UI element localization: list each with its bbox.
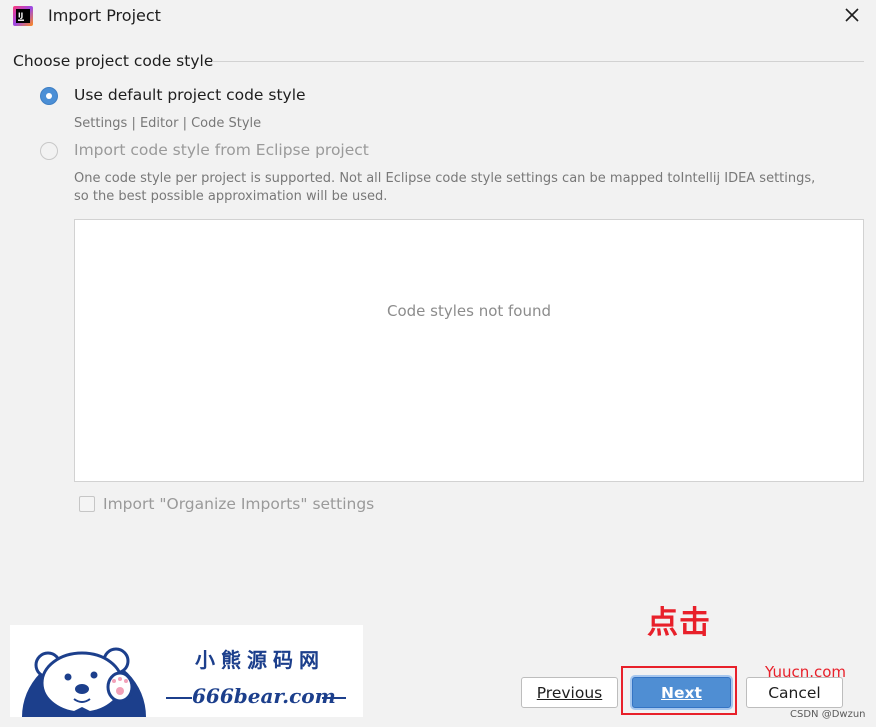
- banner-dash-left: [166, 697, 192, 699]
- intellij-idea-icon: IJ: [13, 6, 33, 26]
- next-button-label: Next: [661, 683, 702, 702]
- code-style-settings-path: Settings | Editor | Code Style: [74, 116, 262, 131]
- window-title: Import Project: [48, 6, 161, 25]
- close-icon[interactable]: [840, 3, 864, 27]
- banner-url: 666bear.com: [192, 684, 336, 708]
- banner-dash-right: [322, 697, 346, 699]
- empty-list-text: Code styles not found: [386, 302, 552, 320]
- svg-text:IJ: IJ: [18, 12, 23, 20]
- next-button[interactable]: Next: [632, 677, 731, 708]
- eclipse-style-label[interactable]: Import code style from Eclipse project: [74, 141, 369, 159]
- eclipse-hint-line-1: One code style per project is supported.…: [74, 171, 816, 186]
- section-title: Choose project code style: [13, 52, 214, 70]
- cancel-button-label: Cancel: [768, 683, 821, 702]
- default-style-radio[interactable]: [40, 87, 58, 105]
- title-bar: IJ Import Project: [0, 0, 876, 32]
- bear-mascot-logo: [22, 647, 146, 717]
- eclipse-style-radio[interactable]: [40, 142, 58, 160]
- section-divider: [212, 61, 864, 62]
- previous-button-label: Previous: [536, 683, 603, 702]
- cancel-button[interactable]: Cancel: [746, 677, 843, 708]
- code-styles-list[interactable]: Code styles not found: [74, 219, 864, 482]
- watermark-banner: 小熊源码网 666bear.com: [10, 625, 363, 717]
- default-style-label[interactable]: Use default project code style: [74, 86, 306, 104]
- previous-button[interactable]: Previous: [521, 677, 618, 708]
- csdn-watermark: CSDN @Dwzun: [790, 709, 866, 720]
- click-annotation: 点击: [647, 605, 711, 641]
- eclipse-hint-line-2: so the best possible approximation will …: [74, 189, 388, 204]
- organize-imports-label[interactable]: Import "Organize Imports" settings: [103, 495, 374, 513]
- banner-title: 小熊源码网: [195, 648, 325, 672]
- organize-imports-checkbox[interactable]: [79, 496, 95, 512]
- yuucn-watermark: Yuucn.com: [765, 663, 847, 681]
